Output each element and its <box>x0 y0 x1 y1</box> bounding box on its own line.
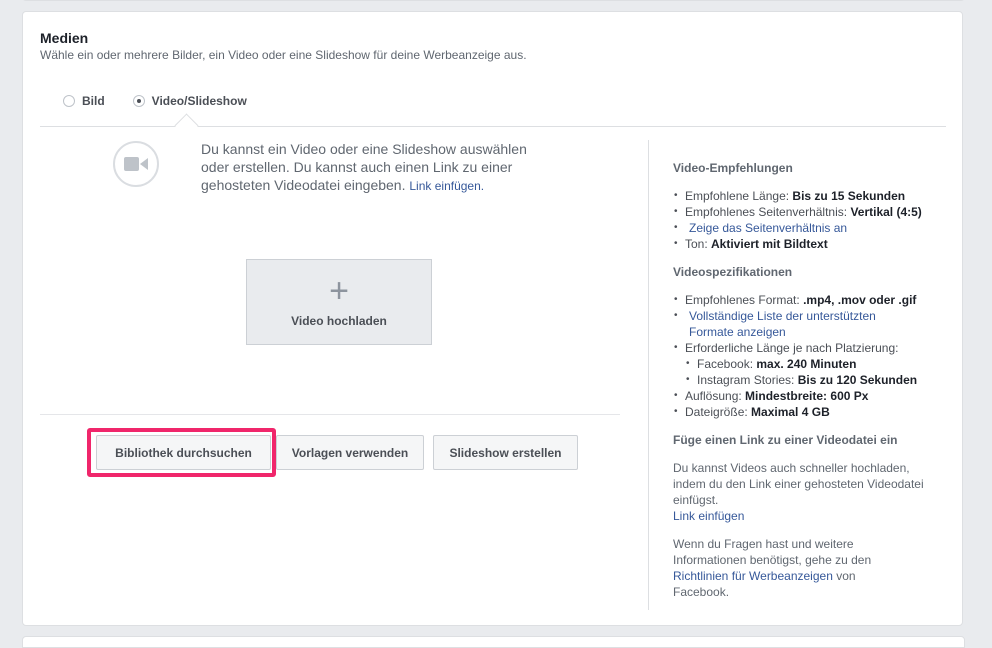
spec-size: Dateigröße: Maximal 4 GB <box>673 404 943 420</box>
video-info-text: Du kannst ein Video oder eine Slideshow … <box>201 140 541 195</box>
highlight-annotation <box>87 428 276 477</box>
video-guidelines-panel: Video-Empfehlungen Empfohlene Länge: Bis… <box>673 160 943 600</box>
spec-length: Erforderliche Länge je nach Platzierung: <box>673 340 943 356</box>
rec-length: Empfohlene Länge: Bis zu 15 Sekunden <box>673 188 943 204</box>
format-list-link[interactable]: Vollständige Liste der unterstützten For… <box>689 309 876 339</box>
create-slideshow-button[interactable]: Slideshow erstellen <box>433 435 578 470</box>
video-camera-icon <box>113 141 159 187</box>
spec-stories: Instagram Stories: Bis zu 120 Sekunden <box>673 372 943 388</box>
ratio-link[interactable]: Zeige das Seitenverhältnis an <box>689 221 847 235</box>
ad-policies-link[interactable]: Richtlinien für Werbeanzeigen <box>673 569 833 583</box>
recommendations-heading: Video-Empfehlungen <box>673 161 793 175</box>
next-card <box>22 636 965 648</box>
radio-option-image[interactable]: Bild <box>63 94 105 108</box>
upload-video-button[interactable]: + Video hochladen <box>246 259 432 345</box>
spec-resolution: Auflösung: Mindestbreite: 600 Px <box>673 388 943 404</box>
rec-ratio-link-row: Zeige das Seitenverhältnis an <box>673 220 943 236</box>
format-radio-group: Bild Video/Slideshow <box>63 94 275 108</box>
spec-facebook: Facebook: max. 240 Minuten <box>673 356 943 372</box>
insert-link[interactable]: Link einfügen. <box>409 179 484 193</box>
section-subtitle: Wähle ein oder mehrere Bilder, ein Video… <box>40 48 527 62</box>
spec-format-link-row: Vollständige Liste der unterstützten For… <box>673 308 909 340</box>
link-heading: Füge einen Link zu einer Videodatei ein <box>673 433 898 447</box>
rec-sound: Ton: Aktiviert mit Bildtext <box>673 236 943 252</box>
selection-caret <box>174 113 199 138</box>
link-description: Du kannst Videos auch schneller hochlade… <box>673 461 924 507</box>
radio-video[interactable] <box>132 95 145 107</box>
media-card: Medien Wähle ein oder mehrere Bilder, ei… <box>22 11 963 626</box>
use-templates-button[interactable]: Vorlagen verwenden <box>276 435 424 470</box>
sidebar-insert-link[interactable]: Link einfügen <box>673 508 943 524</box>
radio-option-video[interactable]: Video/Slideshow <box>132 94 247 108</box>
upload-video-label: Video hochladen <box>291 314 387 328</box>
recommendations-list: Empfohlene Länge: Bis zu 15 Sekunden Emp… <box>673 188 943 252</box>
specs-list: Empfohlenes Format: .mp4, .mov oder .gif… <box>673 292 943 420</box>
previous-card <box>22 0 965 1</box>
specs-heading: Videospezifikationen <box>673 265 793 279</box>
help-text: Wenn du Fragen hast und weitere Informat… <box>673 537 872 599</box>
radio-video-label[interactable]: Video/Slideshow <box>152 94 247 108</box>
radio-image-label[interactable]: Bild <box>82 94 105 108</box>
spec-format: Empfohlenes Format: .mp4, .mov oder .gif <box>673 292 943 308</box>
plus-icon: + <box>329 272 349 310</box>
rec-ratio: Empfohlenes Seitenverhältnis: Vertikal (… <box>673 204 943 220</box>
section-title: Medien <box>40 30 89 46</box>
radio-image[interactable] <box>63 95 75 107</box>
buttons-divider <box>40 414 620 415</box>
sidebar-divider <box>648 140 649 610</box>
